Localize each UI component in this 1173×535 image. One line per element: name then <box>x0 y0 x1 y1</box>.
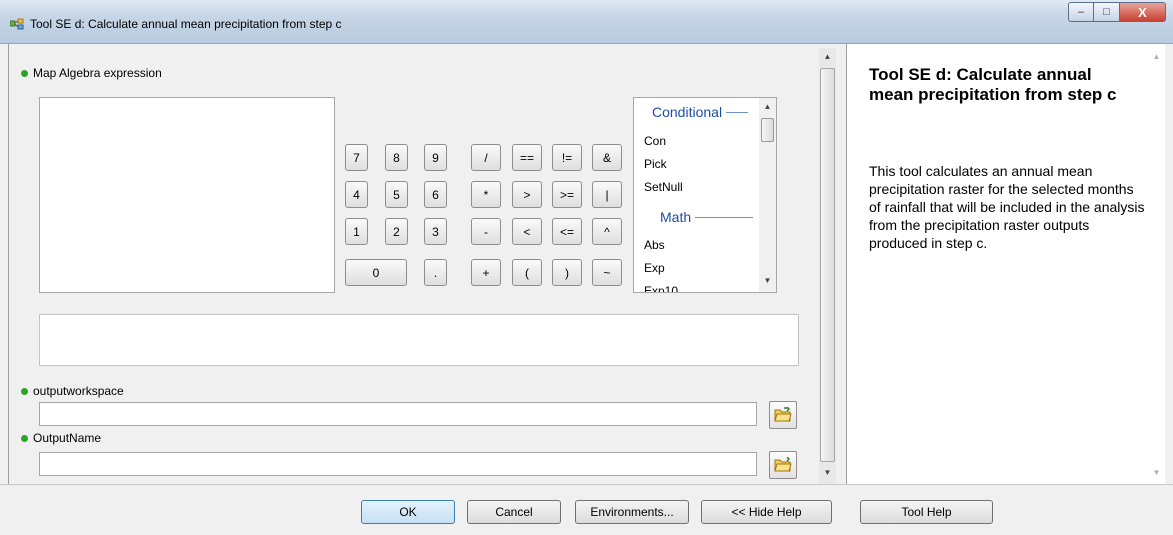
tool-help-button[interactable]: Tool Help <box>860 500 993 524</box>
key-1[interactable]: 1 <box>345 218 368 245</box>
scroll-up-icon[interactable]: ▲ <box>819 52 836 61</box>
group-label-math: Math <box>660 209 692 225</box>
maximize-button[interactable]: □ <box>1094 2 1120 22</box>
title-bar: Tool SE d: Calculate annual mean precipi… <box>0 0 1173 44</box>
key-less-equal[interactable]: <= <box>552 218 582 245</box>
green-dot-icon <box>21 69 28 77</box>
key-not[interactable]: ~ <box>592 259 622 286</box>
open-folder-icon <box>774 457 792 472</box>
minimize-icon: – <box>1077 6 1085 18</box>
scroll-down-icon[interactable]: ▼ <box>819 468 836 477</box>
window-title: Tool SE d: Calculate annual mean precipi… <box>30 17 342 31</box>
output-name-label-row: OutputName <box>21 431 101 445</box>
key-8[interactable]: 8 <box>385 144 408 171</box>
maximize-icon: □ <box>1103 6 1110 18</box>
list-item-pick[interactable]: Pick <box>644 157 667 171</box>
key-equal[interactable]: == <box>512 144 542 171</box>
output-workspace-label-row: outputworkspace <box>21 384 124 398</box>
parameters-pane: Map Algebra expression 7 8 9 / == != & 4… <box>8 44 838 484</box>
hide-help-button[interactable]: << Hide Help <box>701 500 832 524</box>
parameters-scrollbar[interactable]: ▲ ▼ <box>819 48 836 484</box>
key-or[interactable]: | <box>592 181 622 208</box>
key-7[interactable]: 7 <box>345 144 368 171</box>
scroll-down-icon[interactable]: ▼ <box>1148 468 1165 477</box>
key-2[interactable]: 2 <box>385 218 408 245</box>
list-item-con[interactable]: Con <box>644 134 666 148</box>
key-and[interactable]: & <box>592 144 622 171</box>
function-list[interactable]: Conditional Con Pick SetNull Math Abs Ex… <box>633 97 777 293</box>
close-button[interactable]: X <box>1120 2 1166 22</box>
output-name-label: OutputName <box>33 431 102 445</box>
key-divide[interactable]: / <box>471 144 501 171</box>
scroll-up-icon[interactable]: ▲ <box>759 102 776 111</box>
scroll-up-icon[interactable]: ▲ <box>1148 52 1165 61</box>
output-workspace-label: outputworkspace <box>33 384 124 398</box>
button-bar: OK Cancel Environments... << Hide Help T… <box>0 484 1173 535</box>
help-pane: Tool SE d: Calculate annual mean precipi… <box>846 44 1165 484</box>
key-3[interactable]: 3 <box>424 218 447 245</box>
scroll-thumb[interactable] <box>761 118 774 142</box>
list-item-exp10[interactable]: Exp10 <box>644 284 678 292</box>
group-label-conditional: Conditional <box>652 104 723 120</box>
open-folder-icon <box>774 407 792 422</box>
function-list-scrollbar[interactable]: ▲ ▼ <box>759 98 776 292</box>
close-icon: X <box>1138 4 1147 20</box>
environments-button[interactable]: Environments... <box>575 500 689 524</box>
output-workspace-browse-button[interactable] <box>769 401 797 429</box>
list-item-setnull[interactable]: SetNull <box>644 180 683 194</box>
output-name-field[interactable] <box>39 452 757 476</box>
green-dot-icon <box>21 387 28 395</box>
key-multiply[interactable]: * <box>471 181 501 208</box>
list-item-abs[interactable]: Abs <box>644 238 665 252</box>
ok-button[interactable]: OK <box>361 500 455 524</box>
expression-label: Map Algebra expression <box>33 66 162 80</box>
help-title: Tool SE d: Calculate annual mean precipi… <box>869 65 1117 104</box>
scroll-down-icon[interactable]: ▼ <box>759 276 776 285</box>
group-divider <box>695 216 754 218</box>
output-workspace-field[interactable] <box>39 402 757 426</box>
key-5[interactable]: 5 <box>385 181 408 208</box>
group-header-conditional: Conditional <box>652 104 749 120</box>
list-item-exp[interactable]: Exp <box>644 261 665 275</box>
key-4[interactable]: 4 <box>345 181 368 208</box>
expression-textbox[interactable] <box>39 97 335 293</box>
key-less[interactable]: < <box>512 218 542 245</box>
expression-output-box[interactable] <box>39 314 799 366</box>
key-minus[interactable]: - <box>471 218 501 245</box>
key-6[interactable]: 6 <box>424 181 447 208</box>
key-xor[interactable]: ^ <box>592 218 622 245</box>
expression-label-row: Map Algebra expression <box>21 66 162 80</box>
cancel-button[interactable]: Cancel <box>467 500 561 524</box>
key-decimal[interactable]: . <box>424 259 447 286</box>
window-controls: – □ X <box>1068 2 1166 22</box>
help-scrollbar[interactable]: ▲ ▼ <box>1148 44 1165 484</box>
key-not-equal[interactable]: != <box>552 144 582 171</box>
scroll-thumb[interactable] <box>820 68 835 462</box>
key-0[interactable]: 0 <box>345 259 407 286</box>
help-body: This tool calculates an annual mean prec… <box>869 163 1145 251</box>
key-greater-equal[interactable]: >= <box>552 181 582 208</box>
model-tool-icon <box>10 18 24 30</box>
group-divider <box>726 111 749 113</box>
key-close-paren[interactable]: ) <box>552 259 582 286</box>
group-header-math: Math <box>652 209 754 225</box>
output-name-browse-button[interactable] <box>769 451 797 479</box>
key-open-paren[interactable]: ( <box>512 259 542 286</box>
minimize-button[interactable]: – <box>1068 2 1094 22</box>
key-plus[interactable]: + <box>471 259 501 286</box>
green-dot-icon <box>21 434 28 442</box>
key-9[interactable]: 9 <box>424 144 447 171</box>
key-greater[interactable]: > <box>512 181 542 208</box>
